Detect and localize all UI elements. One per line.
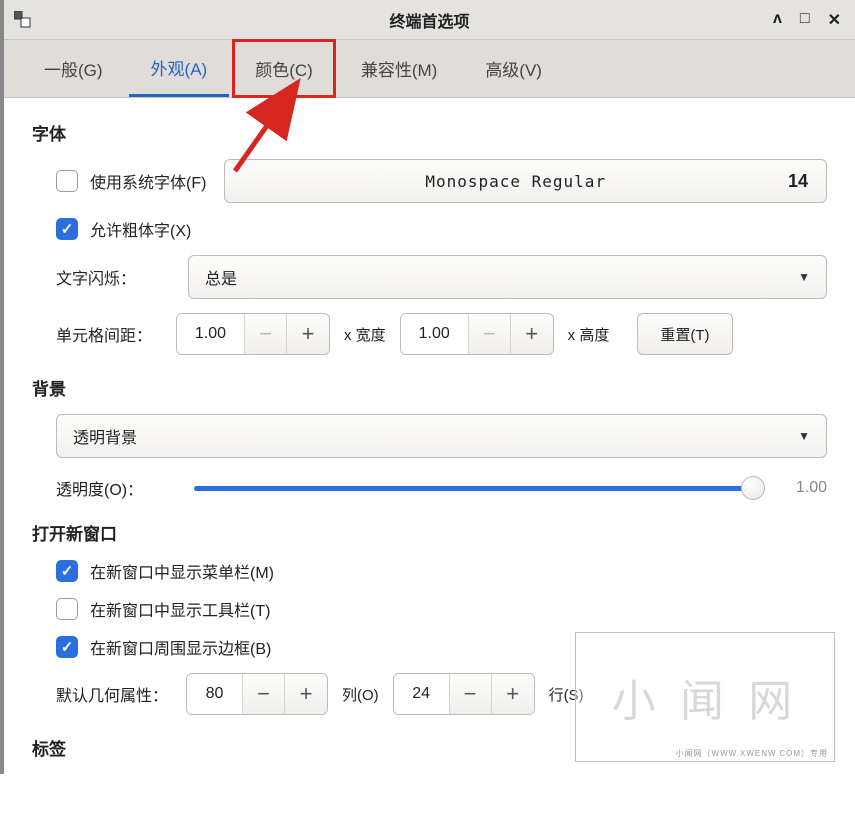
cols-minus-button[interactable]: − xyxy=(243,674,285,714)
height-suffix: x 高度 xyxy=(568,324,610,345)
cols-spinner[interactable]: 80 − + xyxy=(186,673,328,715)
allow-bold-checkbox[interactable] xyxy=(56,218,78,240)
width-minus-button[interactable]: − xyxy=(245,314,287,354)
opacity-value: 1.00 xyxy=(783,479,827,497)
width-value[interactable]: 1.00 xyxy=(177,314,245,354)
rows-value[interactable]: 24 xyxy=(394,674,450,714)
cols-suffix: 列(O) xyxy=(342,684,379,705)
height-spinner[interactable]: 1.00 − + xyxy=(400,313,554,355)
font-chooser-button[interactable]: Monospace Regular 14 xyxy=(224,159,827,203)
tab-general[interactable]: 一般(G) xyxy=(22,40,125,97)
geometry-label: 默认几何属性： xyxy=(56,682,186,706)
rows-spinner[interactable]: 24 − + xyxy=(393,673,535,715)
font-section-title: 字体 xyxy=(32,120,827,145)
width-suffix: x 宽度 xyxy=(344,324,386,345)
chevron-down-icon: ▼ xyxy=(798,429,810,443)
reset-spacing-button[interactable]: 重置(T) xyxy=(637,313,732,355)
bg-mode-dropdown[interactable]: 透明背景 ▼ xyxy=(56,414,827,458)
font-name-text: Monospace Regular xyxy=(243,172,788,191)
show-menubar-checkbox[interactable] xyxy=(56,560,78,582)
show-menubar-label: 在新窗口中显示菜单栏(M) xyxy=(90,559,274,583)
tab-bar: 一般(G) 外观(A) 颜色(C) 兼容性(M) 高级(V) xyxy=(4,40,855,98)
bg-mode-value: 透明背景 xyxy=(73,424,798,448)
blink-dropdown[interactable]: 总是 ▼ xyxy=(188,255,827,299)
width-spinner[interactable]: 1.00 − + xyxy=(176,313,330,355)
newwin-section-title: 打开新窗口 xyxy=(32,520,827,545)
blink-value: 总是 xyxy=(205,265,798,289)
show-border-label: 在新窗口周围显示边框(B) xyxy=(90,635,271,659)
app-icon xyxy=(14,11,32,29)
collapse-button[interactable]: ʌ xyxy=(773,10,782,30)
font-size-text: 14 xyxy=(788,171,808,192)
bg-section-title: 背景 xyxy=(32,375,827,400)
spacing-label: 单元格间距： xyxy=(56,322,176,346)
height-value[interactable]: 1.00 xyxy=(401,314,469,354)
window-title: 终端首选项 xyxy=(4,8,855,32)
show-border-checkbox[interactable] xyxy=(56,636,78,658)
slider-thumb[interactable] xyxy=(741,476,765,500)
rows-plus-button[interactable]: + xyxy=(492,674,534,714)
cols-value[interactable]: 80 xyxy=(187,674,243,714)
chevron-down-icon: ▼ xyxy=(798,270,810,284)
close-button[interactable]: ✕ xyxy=(828,10,841,30)
rows-suffix: 行(S) xyxy=(549,684,584,705)
maximize-button[interactable]: □ xyxy=(800,10,810,30)
opacity-label: 透明度(O)： xyxy=(56,476,176,500)
height-minus-button[interactable]: − xyxy=(469,314,511,354)
show-toolbar-checkbox[interactable] xyxy=(56,598,78,620)
rows-minus-button[interactable]: − xyxy=(450,674,492,714)
show-toolbar-label: 在新窗口中显示工具栏(T) xyxy=(90,597,270,621)
tab-compat[interactable]: 兼容性(M) xyxy=(339,40,459,97)
cols-plus-button[interactable]: + xyxy=(285,674,327,714)
titlebar: 终端首选项 ʌ □ ✕ xyxy=(4,0,855,40)
tabs-section-title: 标签 xyxy=(32,735,827,760)
preferences-window: 终端首选项 ʌ □ ✕ 一般(G) 外观(A) 颜色(C) 兼容性(M) 高级(… xyxy=(0,0,855,774)
use-system-font-checkbox[interactable] xyxy=(56,170,78,192)
use-system-font-label: 使用系统字体(F) xyxy=(90,169,206,193)
blink-label: 文字闪烁： xyxy=(56,265,176,289)
height-plus-button[interactable]: + xyxy=(511,314,553,354)
tab-appearance[interactable]: 外观(A) xyxy=(129,40,230,97)
content-area: 字体 使用系统字体(F) Monospace Regular 14 允许粗体字(… xyxy=(4,98,855,774)
tab-color[interactable]: 颜色(C) xyxy=(233,40,335,97)
opacity-slider[interactable] xyxy=(194,477,765,499)
tab-advanced[interactable]: 高级(V) xyxy=(463,40,564,97)
allow-bold-label: 允许粗体字(X) xyxy=(90,217,191,241)
width-plus-button[interactable]: + xyxy=(287,314,329,354)
